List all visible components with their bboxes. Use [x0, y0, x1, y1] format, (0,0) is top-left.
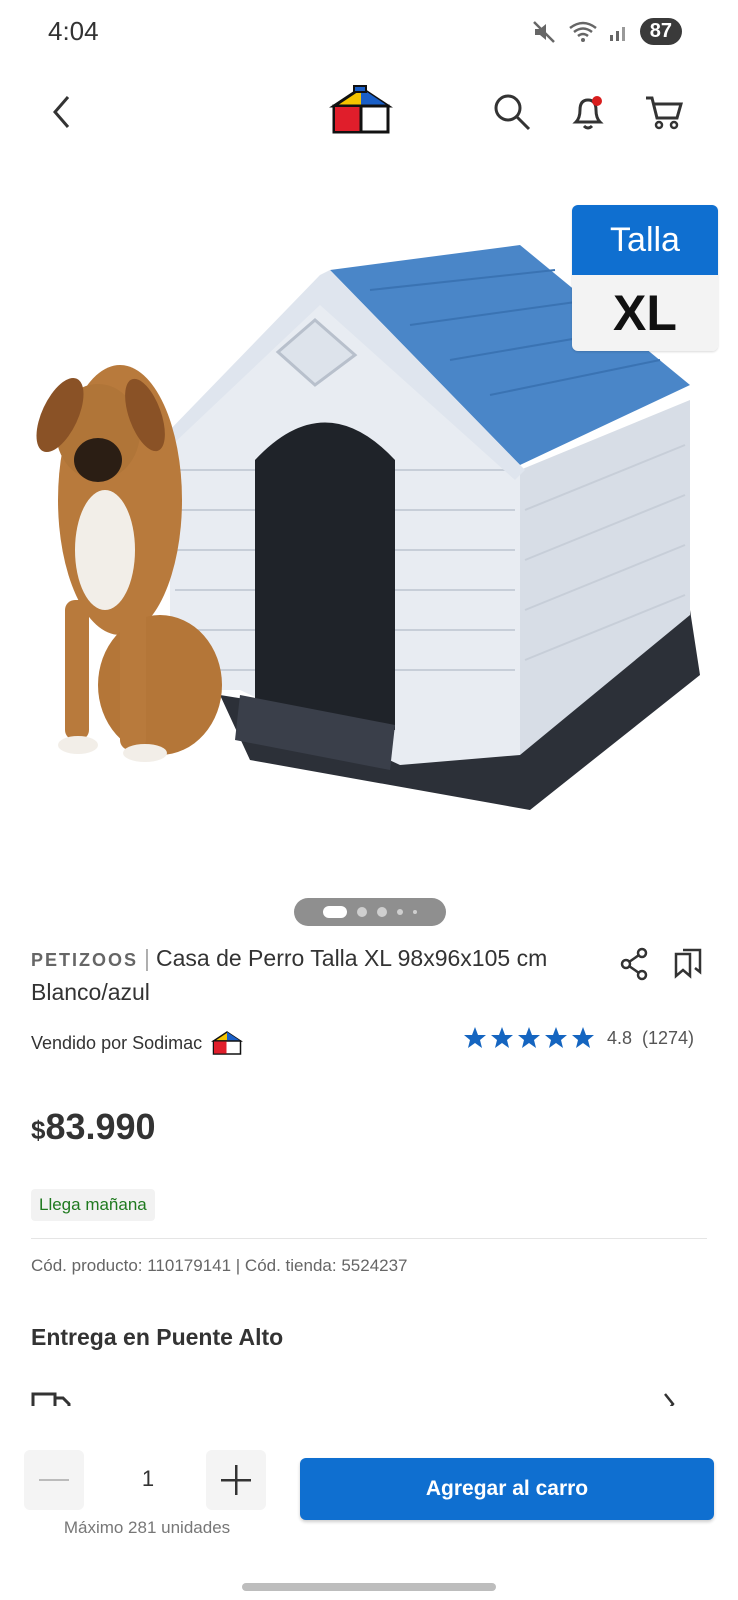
product-brand[interactable]: PETIZOOS	[31, 950, 138, 970]
pager-dot[interactable]	[357, 907, 367, 917]
pager-dot[interactable]	[377, 907, 387, 917]
sodimac-logo[interactable]	[328, 84, 394, 136]
rating-stars	[463, 1026, 595, 1050]
search-button[interactable]	[484, 84, 540, 140]
decrease-quantity-button[interactable]	[24, 1450, 84, 1510]
delivery-title: Entrega en Puente Alto	[31, 1324, 284, 1350]
size-badge: Talla XL	[572, 205, 718, 351]
bookmark-list-icon	[674, 948, 702, 979]
delivery-option-row[interactable]	[31, 1392, 707, 1406]
cart-button[interactable]	[636, 84, 692, 140]
status-time: 4:04	[48, 16, 99, 46]
rating-count: (1274)	[641, 1027, 694, 1048]
star-icon	[490, 1027, 513, 1048]
star-icon	[544, 1027, 567, 1048]
size-badge-value: XL	[572, 275, 718, 351]
cart-icon	[646, 96, 683, 130]
bell-icon	[572, 96, 604, 130]
title-separator: |	[144, 945, 150, 971]
product-codes: Cód. producto: 110179141 | Cód. tienda: …	[31, 1256, 408, 1275]
chevron-right-icon	[664, 1393, 675, 1406]
mute-icon	[532, 20, 555, 43]
sodimac-small-logo	[211, 1031, 244, 1055]
chevron-left-icon	[53, 96, 70, 128]
star-icon	[517, 1027, 540, 1048]
increase-quantity-button[interactable]	[206, 1450, 266, 1510]
home-indicator[interactable]	[242, 1583, 496, 1591]
notifications-button[interactable]	[560, 84, 616, 140]
seller-info: Vendido por Sodimac	[31, 1030, 244, 1056]
search-icon	[494, 94, 531, 131]
size-badge-label: Talla	[572, 205, 718, 275]
back-button[interactable]	[34, 84, 90, 140]
product-title: PETIZOOS | Casa de Perro Talla XL 98x96x10…	[31, 942, 571, 1008]
divider	[31, 1238, 707, 1239]
delivery-tag: Llega mañana	[31, 1189, 155, 1221]
price: $83.990	[31, 1106, 156, 1148]
minus-icon	[39, 1479, 69, 1481]
wifi-icon	[568, 21, 597, 42]
signal-icon	[609, 26, 625, 41]
pager-dot[interactable]	[413, 910, 417, 914]
star-icon	[463, 1027, 486, 1048]
plus-icon	[221, 1465, 251, 1495]
star-icon	[571, 1027, 594, 1048]
rating[interactable]: 4.8 (1274)	[463, 1026, 694, 1050]
pager-dot-active[interactable]	[323, 906, 347, 918]
status-icons: 87	[532, 18, 682, 45]
pager-dot[interactable]	[397, 909, 403, 915]
share-icon	[620, 947, 648, 981]
truck-icon	[31, 1392, 71, 1406]
add-to-cart-button[interactable]: Agregar al carro	[300, 1458, 714, 1520]
seller-label: Vendido por Sodimac	[31, 1032, 203, 1053]
save-list-button[interactable]	[668, 944, 708, 984]
max-quantity-note: Máximo 281 unidades	[63, 1518, 231, 1537]
image-pager[interactable]	[294, 898, 446, 926]
price-currency: $	[31, 1115, 46, 1145]
rating-value: 4.8	[606, 1027, 632, 1048]
quantity-value[interactable]: 1	[128, 1466, 168, 1492]
battery-indicator: 87	[639, 18, 682, 45]
price-amount: 83.990	[45, 1106, 156, 1147]
share-button[interactable]	[614, 944, 654, 984]
sodimac-house-logo	[329, 85, 393, 134]
